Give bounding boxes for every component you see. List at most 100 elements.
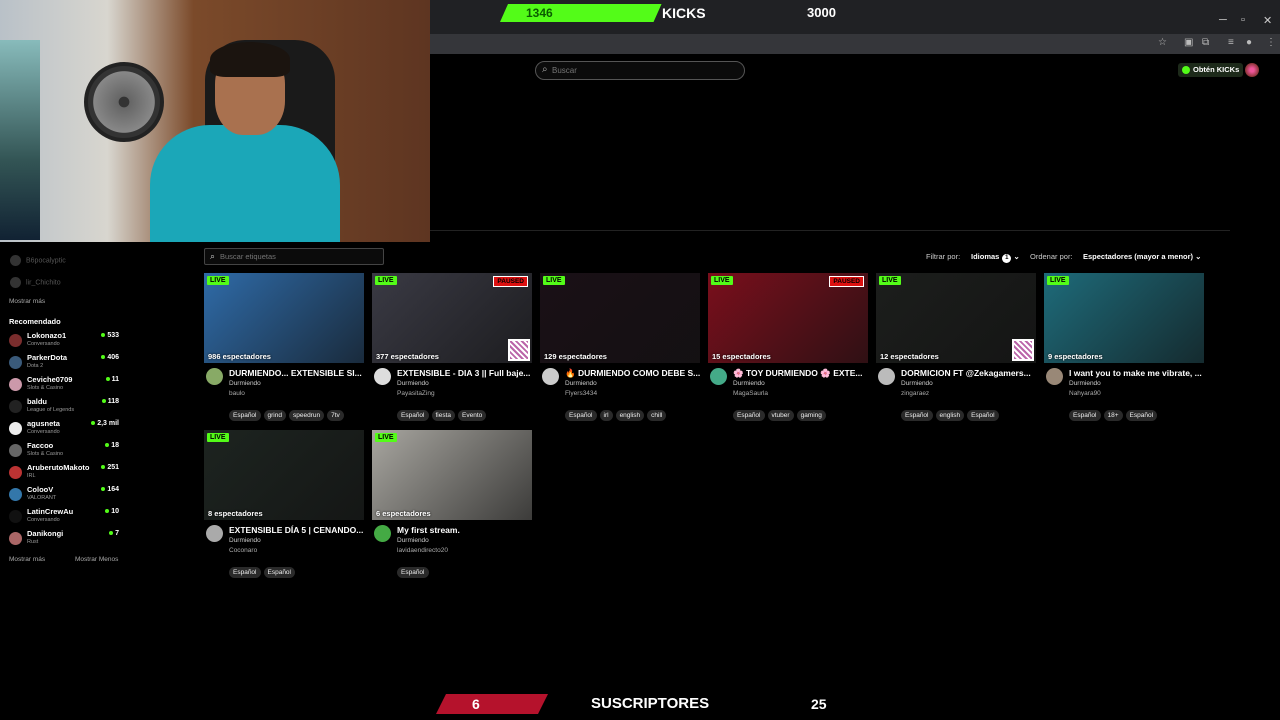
stream-thumbnail[interactable]: LIVE 6 espectadores (372, 430, 532, 520)
tag-chip[interactable]: speedrun (288, 410, 325, 421)
sidebar-recommended-item[interactable]: ParkerDota Dota 2 406 (9, 353, 121, 373)
sidebar-followed-item[interactable]: B6pocalyptic (10, 255, 66, 266)
tag-chip[interactable]: chill (647, 410, 667, 421)
tag-chip[interactable]: Español (229, 410, 261, 421)
user-avatar[interactable] (1245, 63, 1259, 77)
tag-chip[interactable]: Español (565, 410, 597, 421)
stream-category[interactable]: Durmiendo (901, 380, 933, 387)
tag-search[interactable]: ⌕ (204, 248, 384, 265)
close-icon[interactable]: ✕ (1263, 14, 1272, 27)
tag-chip[interactable]: Español (733, 410, 765, 421)
stream-title[interactable]: EXTENSIBLE DÍA 5 | CENANDO... (229, 525, 364, 535)
stream-title[interactable]: DURMIENDO... EXTENSIBLE SI... (229, 368, 364, 378)
stream-title[interactable]: 🌸 TOY DURMIENDO 🌸 EXTE... (733, 368, 868, 379)
stream-card[interactable]: LIVE 6 espectadores My first stream. Durmie… (372, 430, 534, 580)
avatar[interactable] (206, 368, 223, 385)
language-filter-dropdown[interactable]: Idiomas 1 ⌄ (971, 252, 1020, 263)
stream-username[interactable]: PayasitaZing (397, 390, 435, 397)
sidebar-recommended-item[interactable]: ColooV VALORANT 164 (9, 485, 121, 505)
stream-category[interactable]: Durmiendo (565, 380, 597, 387)
stream-thumbnail[interactable]: LIVE 986 espectadores (204, 273, 364, 363)
tag-chip[interactable]: gaming (796, 410, 826, 421)
stream-category[interactable]: Durmiendo (229, 380, 261, 387)
get-kicks-button[interactable]: Obtén KICKs (1178, 63, 1244, 77)
avatar[interactable] (878, 368, 895, 385)
stream-title[interactable]: My first stream. (397, 525, 532, 535)
tag-chip[interactable]: Español (263, 567, 295, 578)
tag-chip[interactable]: vtuber (767, 410, 794, 421)
stream-thumbnail[interactable]: LIVE PAUSED 377 espectadores (372, 273, 532, 363)
sidebar-recommended-item[interactable]: baldu League of Legends 118 (9, 397, 121, 417)
tag-chip[interactable]: Español (901, 410, 933, 421)
tag-chip[interactable]: Español (397, 567, 429, 578)
menu-dots-icon[interactable]: ⋮ (1266, 37, 1276, 48)
stream-thumbnail[interactable]: LIVE 9 espectadores (1044, 273, 1204, 363)
tag-search-input[interactable] (220, 250, 380, 263)
stream-title[interactable]: DORMICION FT @Zekagamers... (901, 368, 1036, 378)
tag-chip[interactable]: Español (229, 567, 261, 578)
sidebar-followed-item[interactable]: lir_Chichito (10, 277, 61, 288)
stream-title[interactable]: 🔥 DURMIENDO COMO DEBE S... (565, 368, 700, 379)
stream-title[interactable]: EXTENSIBLE - DIA 3 || Full baje... (397, 368, 532, 378)
stream-thumbnail[interactable]: LIVE 8 espectadores (204, 430, 364, 520)
avatar[interactable] (542, 368, 559, 385)
stream-category[interactable]: Durmiendo (733, 380, 765, 387)
media-icon[interactable]: ≡ (1228, 37, 1234, 48)
stream-username[interactable]: Coconaro (229, 547, 257, 554)
show-more-link[interactable]: Mostrar más (9, 556, 45, 563)
profile-icon[interactable]: ● (1246, 37, 1252, 48)
stream-username[interactable]: zingaraez (901, 390, 929, 397)
tag-chip[interactable]: Español (1069, 410, 1101, 421)
stream-username[interactable]: baulo (229, 390, 245, 397)
tag-chip[interactable]: fiesta (431, 410, 456, 421)
sidebar-recommended-item[interactable]: Faccoo Slots & Casino 18 (9, 441, 121, 461)
tag-chip[interactable]: 7tv (327, 410, 344, 421)
stream-username[interactable]: MagaSaurla (733, 390, 768, 397)
sidebar-recommended-item[interactable]: Ceviche0709 Slots & Casino 11 (9, 375, 121, 395)
extension-icon[interactable]: ▣ (1184, 37, 1193, 48)
tag-chip[interactable]: english (935, 410, 965, 421)
stream-card[interactable]: LIVE 986 espectadores DURMIENDO... EXTENSI… (204, 273, 366, 423)
stream-card[interactable]: LIVE 9 espectadores I want you to make me … (1044, 273, 1206, 423)
sort-dropdown[interactable]: Espectadores (mayor a menor) ⌄ (1083, 252, 1201, 261)
avatar[interactable] (1046, 368, 1063, 385)
stream-category[interactable]: Durmiendo (397, 380, 429, 387)
tag-chip[interactable]: Español (397, 410, 429, 421)
bookmark-star-icon[interactable]: ☆ (1158, 37, 1167, 48)
tag-chip[interactable]: grind (263, 410, 286, 421)
sidebar-recommended-item[interactable]: AruberutoMakoto IRL 251 (9, 463, 121, 483)
stream-username[interactable]: lavidaendirecto20 (397, 547, 448, 554)
stream-thumbnail[interactable]: LIVE PAUSED 15 espectadores (708, 273, 868, 363)
avatar[interactable] (374, 368, 391, 385)
sidebar-recommended-item[interactable]: LatinCrewAu Conversando 10 (9, 507, 121, 527)
sidebar-recommended-item[interactable]: agusneta Conversando 2,3 mil (9, 419, 121, 439)
tag-chip[interactable]: 18+ (1103, 410, 1123, 421)
tag-chip[interactable]: english (615, 410, 645, 421)
minimize-icon[interactable]: ─ (1219, 14, 1227, 26)
stream-card[interactable]: LIVE PAUSED 377 espectadores EXTENSIBLE - D… (372, 273, 534, 423)
stream-card[interactable]: LIVE 129 espectadores 🔥 DURMIENDO COMO DEB… (540, 273, 702, 423)
stream-thumbnail[interactable]: LIVE 12 espectadores (876, 273, 1036, 363)
avatar[interactable] (710, 368, 727, 385)
tag-chip[interactable]: Español (1125, 410, 1158, 421)
stream-card[interactable]: LIVE 12 espectadores DORMICION FT @Zekagam… (876, 273, 1038, 423)
puzzle-icon[interactable]: ⧉ (1202, 37, 1209, 48)
show-more-link[interactable]: Mostrar más (9, 298, 45, 305)
site-search[interactable]: ⌕ (535, 61, 745, 80)
search-input[interactable] (552, 63, 740, 78)
stream-card[interactable]: LIVE PAUSED 15 espectadores 🌸 TOY DURMIENDO… (708, 273, 870, 423)
tag-chip[interactable]: Español (967, 410, 999, 421)
stream-thumbnail[interactable]: LIVE 129 espectadores (540, 273, 700, 363)
tag-chip[interactable]: irl (599, 410, 613, 421)
tag-chip[interactable]: Evento (458, 410, 487, 421)
sidebar-recommended-item[interactable]: Danikongi Rust 7 (9, 529, 121, 549)
stream-username[interactable]: Flyers3434 (565, 390, 597, 397)
stream-category[interactable]: Durmiendo (229, 537, 261, 544)
stream-username[interactable]: Nahyara90 (1069, 390, 1101, 397)
avatar[interactable] (206, 525, 223, 542)
sidebar-recommended-item[interactable]: Lokonazo1 Conversando 533 (9, 331, 121, 351)
stream-category[interactable]: Durmiendo (397, 537, 429, 544)
stream-category[interactable]: Durmiendo (1069, 380, 1101, 387)
show-less-link[interactable]: Mostrar Menos (75, 556, 118, 563)
restore-icon[interactable]: ▫ (1241, 14, 1245, 26)
